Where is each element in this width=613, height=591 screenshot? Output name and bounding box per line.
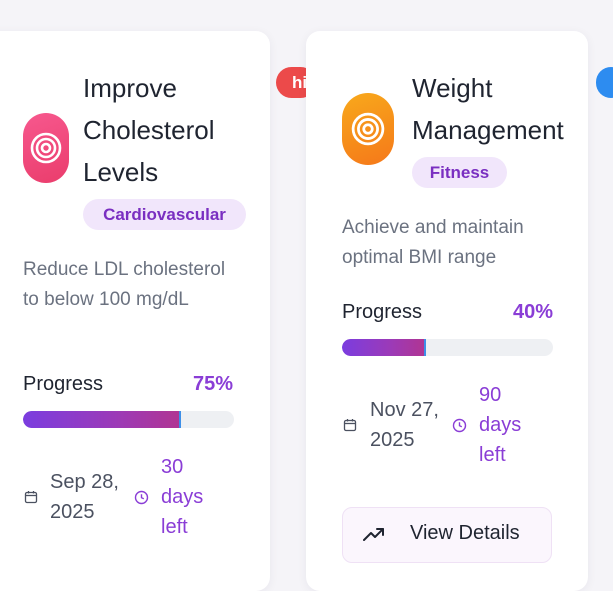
- goal-card[interactable]: Weight Management Fitness Achieve and ma…: [306, 31, 588, 591]
- target-icon: [342, 93, 394, 165]
- progress-bar-fill: [23, 411, 182, 428]
- target-date: Sep 28, 2025: [50, 471, 119, 523]
- progress-percent: 75%: [192, 373, 233, 395]
- goal-description: Reduce LDL cholesterol to below 100 mg/d…: [23, 259, 226, 310]
- view-details-button[interactable]: View Details: [342, 507, 552, 563]
- days-left: 30 days left: [161, 456, 204, 538]
- calendar-icon: [343, 419, 357, 432]
- target-date: Nov 27, 2025: [370, 399, 439, 451]
- goal-card[interactable]: Improve Cholesterol Levels Cardiovascula…: [0, 31, 270, 591]
- progress-percent: 40%: [512, 301, 553, 323]
- progress-label: Progress: [342, 301, 423, 323]
- progress-label: Progress: [23, 373, 104, 395]
- calendar-icon: [24, 491, 38, 504]
- goal-description: Achieve and maintain optimal BMI range: [342, 217, 524, 268]
- trending-up-icon: [363, 528, 384, 541]
- progress-bar: [23, 411, 234, 428]
- days-left: 90 days left: [479, 384, 522, 466]
- category-tag: Cardiovascular: [83, 199, 246, 230]
- target-icon: [23, 113, 69, 183]
- status-badge: [596, 67, 613, 98]
- view-details-label: View Details: [410, 522, 520, 544]
- goal-title: Weight Management: [412, 73, 564, 145]
- clock-icon: [452, 418, 467, 433]
- category-tag: Fitness: [412, 157, 507, 188]
- goal-title: Improve Cholesterol Levels: [83, 73, 215, 187]
- clock-icon: [134, 490, 149, 505]
- progress-bar: [342, 339, 553, 356]
- progress-bar-fill: [342, 339, 427, 356]
